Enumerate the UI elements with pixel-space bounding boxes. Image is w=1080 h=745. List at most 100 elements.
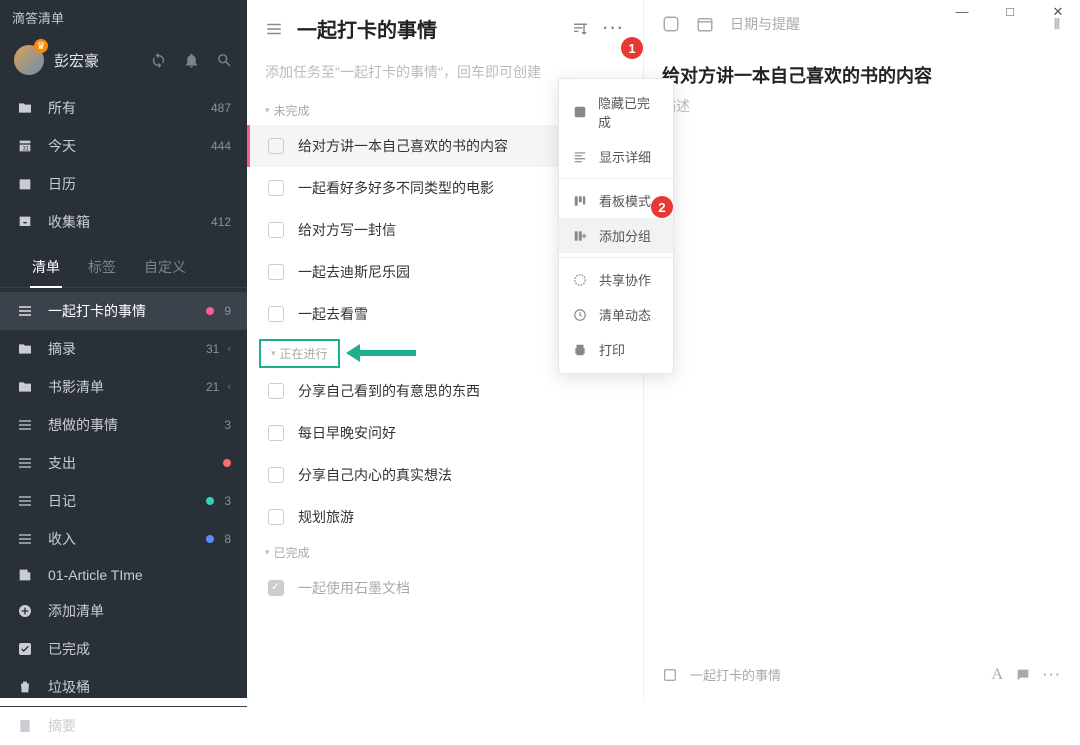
list-item[interactable]: 书影清单 21 ‹ (0, 368, 247, 406)
folder-icon (16, 379, 34, 395)
list-item[interactable]: 摘录 31 ‹ (0, 330, 247, 368)
nav-all[interactable]: 所有 487 (0, 89, 247, 127)
minimize-button[interactable]: — (948, 4, 976, 20)
detail-pane: 日期与提醒 ⦀ 给对方讲一本自己喜欢的书的内容 描述 一起打卡的事情 A ··· (644, 0, 1080, 698)
task-text: 一起去迪斯尼乐园 (298, 262, 410, 282)
app-title: 滴答清单 (0, 0, 247, 35)
task-text: 给对方讲一本自己喜欢的书的内容 (298, 136, 508, 156)
section-done[interactable]: 已完成 (247, 538, 643, 567)
svg-text:31: 31 (22, 147, 29, 153)
menu-icon[interactable] (265, 20, 283, 38)
list-item[interactable]: 收入 8 (0, 520, 247, 558)
plus-icon (16, 603, 34, 619)
nav-calendar[interactable]: 日历 (0, 165, 247, 203)
breadcrumb[interactable]: 一起打卡的事情 (690, 665, 781, 684)
task-checkbox[interactable] (268, 180, 284, 196)
detail-description[interactable]: 描述 (662, 96, 1062, 116)
list-label: 添加清单 (48, 601, 104, 621)
tab-tag[interactable]: 标签 (74, 249, 130, 287)
list-item[interactable]: 想做的事情 3 (0, 406, 247, 444)
username: 彭宏豪 (54, 50, 99, 71)
list-item[interactable]: 日记 3 (0, 482, 247, 520)
menu-hide-done[interactable]: 隐藏已完成 (559, 85, 673, 139)
task-row[interactable]: 分享自己内心的真实想法 (247, 454, 643, 496)
calendar-icon[interactable] (696, 15, 714, 33)
nav-count: 487 (211, 101, 231, 115)
list-label: 摘录 (48, 339, 76, 359)
menu-label: 清单动态 (599, 305, 651, 324)
tab-custom[interactable]: 自定义 (130, 249, 200, 287)
list-item[interactable]: 支出 (0, 444, 247, 482)
more-icon[interactable]: ··· (1043, 667, 1062, 682)
task-row[interactable]: 规划旅游 (247, 496, 643, 538)
task-checkbox[interactable] (268, 425, 284, 441)
task-text: 规划旅游 (298, 507, 354, 527)
calendar-today-icon: 31 (16, 138, 34, 154)
task-checkbox[interactable] (268, 264, 284, 280)
tab-list[interactable]: 清单 (18, 249, 74, 287)
nav-trash[interactable]: 垃圾桶 (0, 668, 247, 706)
task-checkbox[interactable] (268, 467, 284, 483)
date-label[interactable]: 日期与提醒 (730, 14, 800, 34)
task-text: 一起看好多好多不同类型的电影 (298, 178, 494, 198)
list-count: 9 (224, 304, 231, 318)
search-icon[interactable] (216, 52, 233, 69)
calendar-icon (16, 176, 34, 192)
trash-icon (16, 679, 34, 695)
user-row[interactable]: 彭宏豪 (0, 35, 247, 89)
menu-share[interactable]: 共享协作 (559, 262, 673, 297)
menu-separator (559, 257, 673, 258)
list-label: 想做的事情 (48, 415, 118, 435)
add-list-button[interactable]: 添加清单 (0, 592, 247, 630)
sort-icon[interactable] (572, 20, 589, 37)
detail-title[interactable]: 给对方讲一本自己喜欢的书的内容 (662, 62, 1062, 88)
share-icon (573, 273, 589, 287)
list-label: 收入 (48, 529, 76, 549)
sidebar: 滴答清单 彭宏豪 所有 487 31 今天 444 日历 收集箱 412 清单 … (0, 0, 247, 698)
menu-label: 共享协作 (599, 270, 651, 289)
close-button[interactable]: ✕ (1044, 4, 1072, 20)
task-row[interactable]: 每日早晚安问好 (247, 412, 643, 454)
text-format-icon[interactable]: A (991, 666, 1003, 684)
list-label: 日记 (48, 491, 76, 511)
task-checkbox[interactable] (268, 580, 284, 596)
nav-inbox[interactable]: 收集箱 412 (0, 203, 247, 241)
print-icon (573, 343, 589, 357)
detail-bottom: 一起打卡的事情 A ··· (662, 653, 1062, 684)
bell-icon[interactable] (183, 52, 200, 69)
avatar (14, 45, 44, 75)
nav-summary[interactable]: 摘要 (0, 706, 247, 745)
more-icon[interactable]: ··· (603, 20, 625, 38)
task-checkbox[interactable] (268, 306, 284, 322)
color-dot (206, 497, 214, 505)
arrow-annotation (358, 350, 416, 356)
activity-icon (573, 308, 589, 322)
menu-add-group[interactable]: 添加分组 (559, 218, 673, 253)
maximize-button[interactable]: □ (996, 4, 1024, 20)
nav-label: 垃圾桶 (48, 677, 90, 697)
task-checkbox[interactable] (268, 222, 284, 238)
comment-icon[interactable] (1015, 667, 1031, 683)
nav-completed[interactable]: 已完成 (0, 630, 247, 668)
hide-icon (573, 105, 588, 119)
detail-checkbox[interactable] (662, 15, 680, 33)
menu-activity[interactable]: 清单动态 (559, 297, 673, 332)
section-inprogress[interactable]: 正在进行 (259, 339, 340, 368)
nav-label: 已完成 (48, 639, 90, 659)
menu-print[interactable]: 打印 (559, 332, 673, 367)
list-icon (16, 303, 34, 319)
nav-count: 412 (211, 215, 231, 229)
list-item-active[interactable]: 一起打卡的事情 9 (0, 292, 247, 330)
list-label: 书影清单 (48, 377, 104, 397)
task-row[interactable]: 分享自己看到的有意思的东西 (247, 370, 643, 412)
article-icon (16, 567, 34, 583)
task-checkbox[interactable] (268, 509, 284, 525)
task-checkbox[interactable] (268, 138, 284, 154)
nav-today[interactable]: 31 今天 444 (0, 127, 247, 165)
list-link-icon[interactable] (662, 667, 678, 683)
task-checkbox[interactable] (268, 383, 284, 399)
menu-show-detail[interactable]: 显示详细 (559, 139, 673, 174)
list-item[interactable]: 01-Article TIme (0, 558, 247, 592)
sync-icon[interactable] (150, 52, 167, 69)
task-row[interactable]: 一起使用石墨文档 (247, 567, 643, 609)
